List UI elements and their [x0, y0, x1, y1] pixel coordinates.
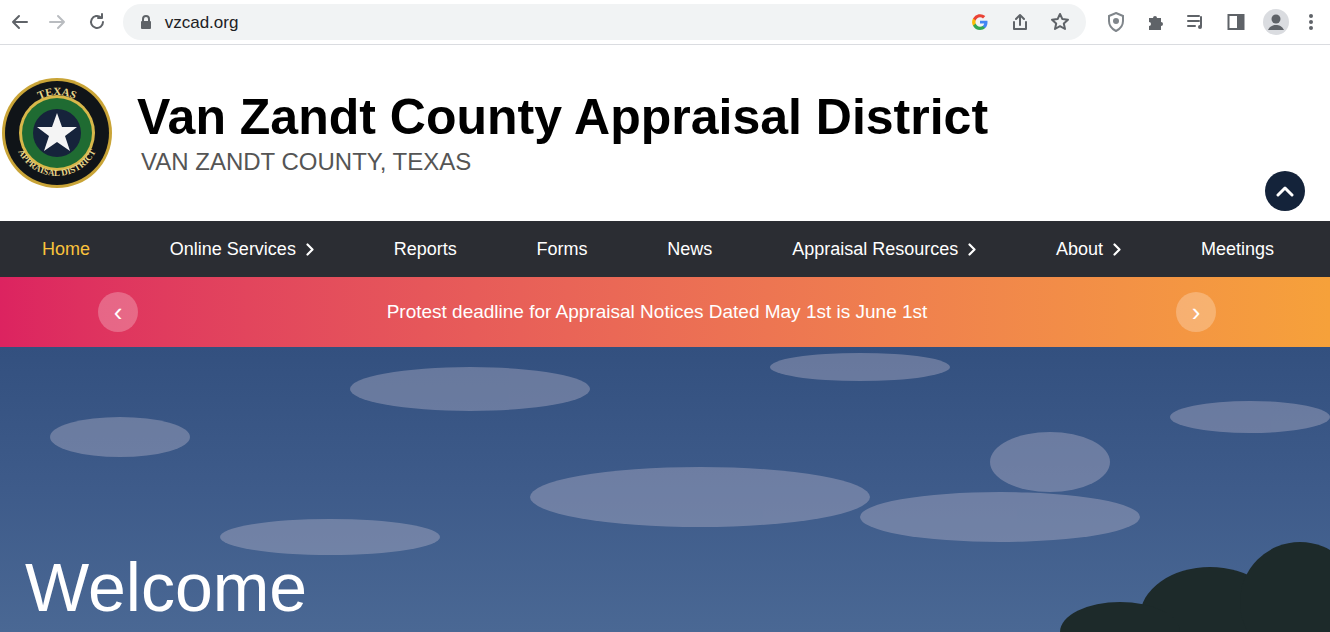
hero-heading: Welcome	[25, 553, 1330, 621]
menu-icon[interactable]	[1296, 4, 1326, 40]
banner-text: Protest deadline for Appraisal Notices D…	[138, 300, 1176, 324]
nav-label[interactable]: Home	[42, 240, 90, 258]
chevron-right-icon[interactable]	[968, 243, 976, 256]
nav-label[interactable]: Appraisal Resources	[792, 240, 958, 258]
svg-text:APPRAISAL DISTRICT: APPRAISAL DISTRICT	[16, 147, 97, 178]
nav-label[interactable]: Meetings	[1201, 240, 1274, 258]
hero: Welcome	[0, 347, 1330, 632]
browser-tools	[1096, 4, 1326, 40]
logo[interactable]: TEXAS APPRAISAL DISTRICT	[1, 77, 113, 189]
nav-item[interactable]: Reports	[394, 240, 457, 258]
nav-item[interactable]: Forms	[537, 240, 588, 258]
nav-label[interactable]: News	[667, 240, 712, 258]
site-header: TEXAS APPRAISAL DISTRICT Van Zandt County …	[0, 45, 1330, 221]
header-titles: Van Zandt County Appraisal District VAN Z…	[137, 90, 988, 175]
extensions-icon[interactable]	[1136, 4, 1176, 40]
main-nav: Home Online Services Reports Forms News Appra…	[0, 221, 1330, 277]
site-title[interactable]: Van Zandt County Appraisal District	[137, 90, 988, 145]
chevron-right-icon[interactable]	[1113, 243, 1121, 256]
nav-item[interactable]: Online Services	[170, 240, 314, 258]
forward-icon[interactable]	[40, 4, 76, 40]
nav-label[interactable]: Online Services	[170, 240, 296, 258]
nav-item[interactable]: Appraisal Resources	[792, 240, 976, 258]
reload-icon[interactable]	[79, 4, 115, 40]
nav-label[interactable]: About	[1056, 240, 1103, 258]
next-button[interactable]: ›	[1176, 292, 1216, 332]
scroll-top-icon[interactable]	[1265, 171, 1305, 211]
chevron-right-icon[interactable]	[306, 243, 314, 256]
share-icon[interactable]	[1004, 6, 1036, 38]
site-subtitle: VAN ZANDT COUNTY, TEXAS	[141, 149, 988, 175]
shield-icon[interactable]	[1096, 4, 1136, 40]
side-panel-icon[interactable]	[1216, 4, 1256, 40]
url-text[interactable]: vzcad.org	[165, 14, 239, 31]
media-icon[interactable]	[1176, 4, 1216, 40]
nav-item[interactable]: About	[1056, 240, 1121, 258]
nav-label[interactable]: Reports	[394, 240, 457, 258]
star-icon[interactable]	[1044, 6, 1076, 38]
lock-icon	[139, 14, 155, 30]
google-icon[interactable]	[964, 6, 996, 38]
nav-item[interactable]: Home	[42, 240, 90, 258]
nav-label[interactable]: Forms	[537, 240, 588, 258]
browser-toolbar: vzcad.org	[0, 0, 1330, 45]
announcement-banner: ‹Protest deadline for Appraisal Notices …	[0, 277, 1330, 347]
svg-text:TEXAS: TEXAS	[35, 85, 78, 101]
address-bar[interactable]: vzcad.org	[123, 4, 1086, 40]
back-icon[interactable]	[2, 4, 38, 40]
prev-button[interactable]: ‹	[98, 292, 138, 332]
nav-item[interactable]: News	[667, 240, 712, 258]
profile-icon[interactable]	[1256, 4, 1296, 40]
nav-item[interactable]: Meetings	[1201, 240, 1274, 258]
